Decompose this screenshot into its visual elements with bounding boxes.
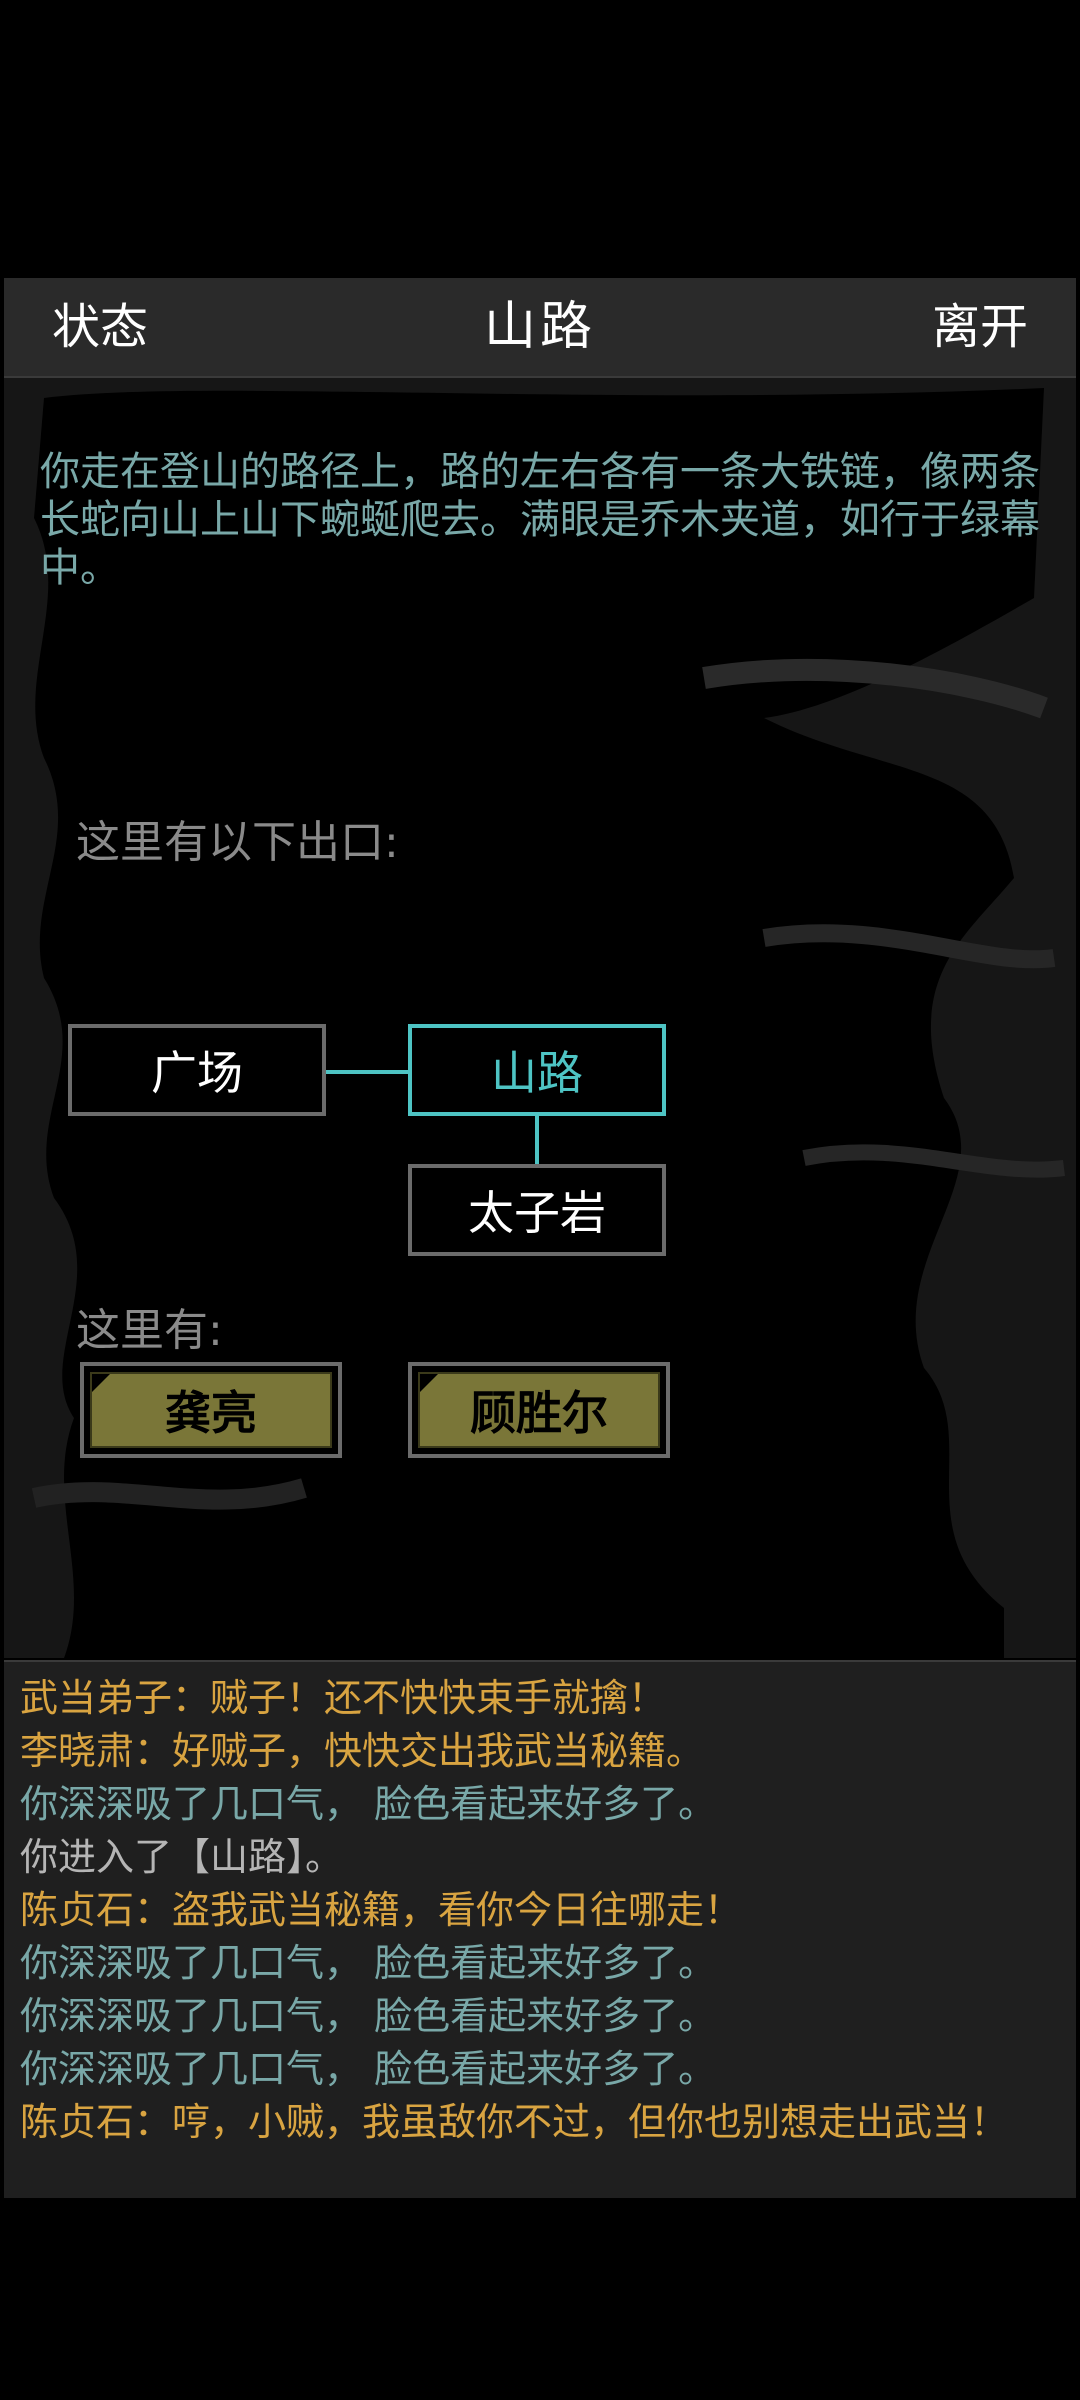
here-label: 这里有: xyxy=(76,1305,223,1356)
log-line: 你深深吸了几口气， 脸色看起来好多了。 xyxy=(20,1782,717,1826)
npc-name: 龚亮 xyxy=(165,1386,257,1440)
leave-button[interactable]: 离开 xyxy=(932,278,1028,376)
message-log[interactable]: 武当弟子：贼子！还不快快束手就擒！ 李晓肃：好贼子，快快交出我武当秘籍。 你深深… xyxy=(4,1660,1076,2198)
current-room: 山路 xyxy=(408,1024,666,1116)
corner-notch-icon xyxy=(420,1374,438,1392)
exit-room-south[interactable]: 太子岩 xyxy=(408,1164,666,1256)
map-connector-west xyxy=(326,1070,412,1074)
log-line: 你深深吸了几口气， 脸色看起来好多了。 xyxy=(20,1941,717,1985)
map-connector-south xyxy=(535,1116,539,1164)
corner-notch-icon xyxy=(92,1374,110,1392)
top-bar: 状态 山路 离开 xyxy=(4,278,1076,378)
location-title: 山路 xyxy=(483,297,596,357)
log-line: 李晓肃：好贼子，快快交出我武当秘籍。 xyxy=(20,1729,705,1773)
exit-room-west[interactable]: 广场 xyxy=(68,1024,326,1116)
log-line: 陈贞石：哼，小贼，我虽敌你不过，但你也别想走出武当！ xyxy=(20,2100,1009,2144)
log-line: 武当弟子：贼子！还不快快束手就擒！ xyxy=(20,1676,667,1720)
npc-button[interactable]: 龚亮 xyxy=(80,1362,342,1458)
npc-name: 顾胜尔 xyxy=(470,1386,608,1440)
log-line: 陈贞石：盗我武当秘籍，看你今日往哪走！ xyxy=(20,1888,743,1932)
room-description: 你走在登山的路径上，路的左右各有一条大铁链，像两条长蛇向山上山下蜿蜒爬去。满眼是… xyxy=(40,449,1040,591)
log-line: 你深深吸了几口气， 脸色看起来好多了。 xyxy=(20,2047,717,2091)
scene-panel: 你走在登山的路径上，路的左右各有一条大铁链，像两条长蛇向山上山下蜿蜒爬去。满眼是… xyxy=(4,378,1076,1658)
log-line: 你进入了【山路】。 xyxy=(20,1835,344,1879)
game-screen: 状态 山路 离开 你走在登山的路径上，路的左右各有一条大铁链，像两条长蛇向山上山… xyxy=(0,0,1080,2400)
npc-button[interactable]: 顾胜尔 xyxy=(408,1362,670,1458)
log-line: 你深深吸了几口气， 脸色看起来好多了。 xyxy=(20,1994,717,2038)
exits-label: 这里有以下出口: xyxy=(76,817,399,868)
